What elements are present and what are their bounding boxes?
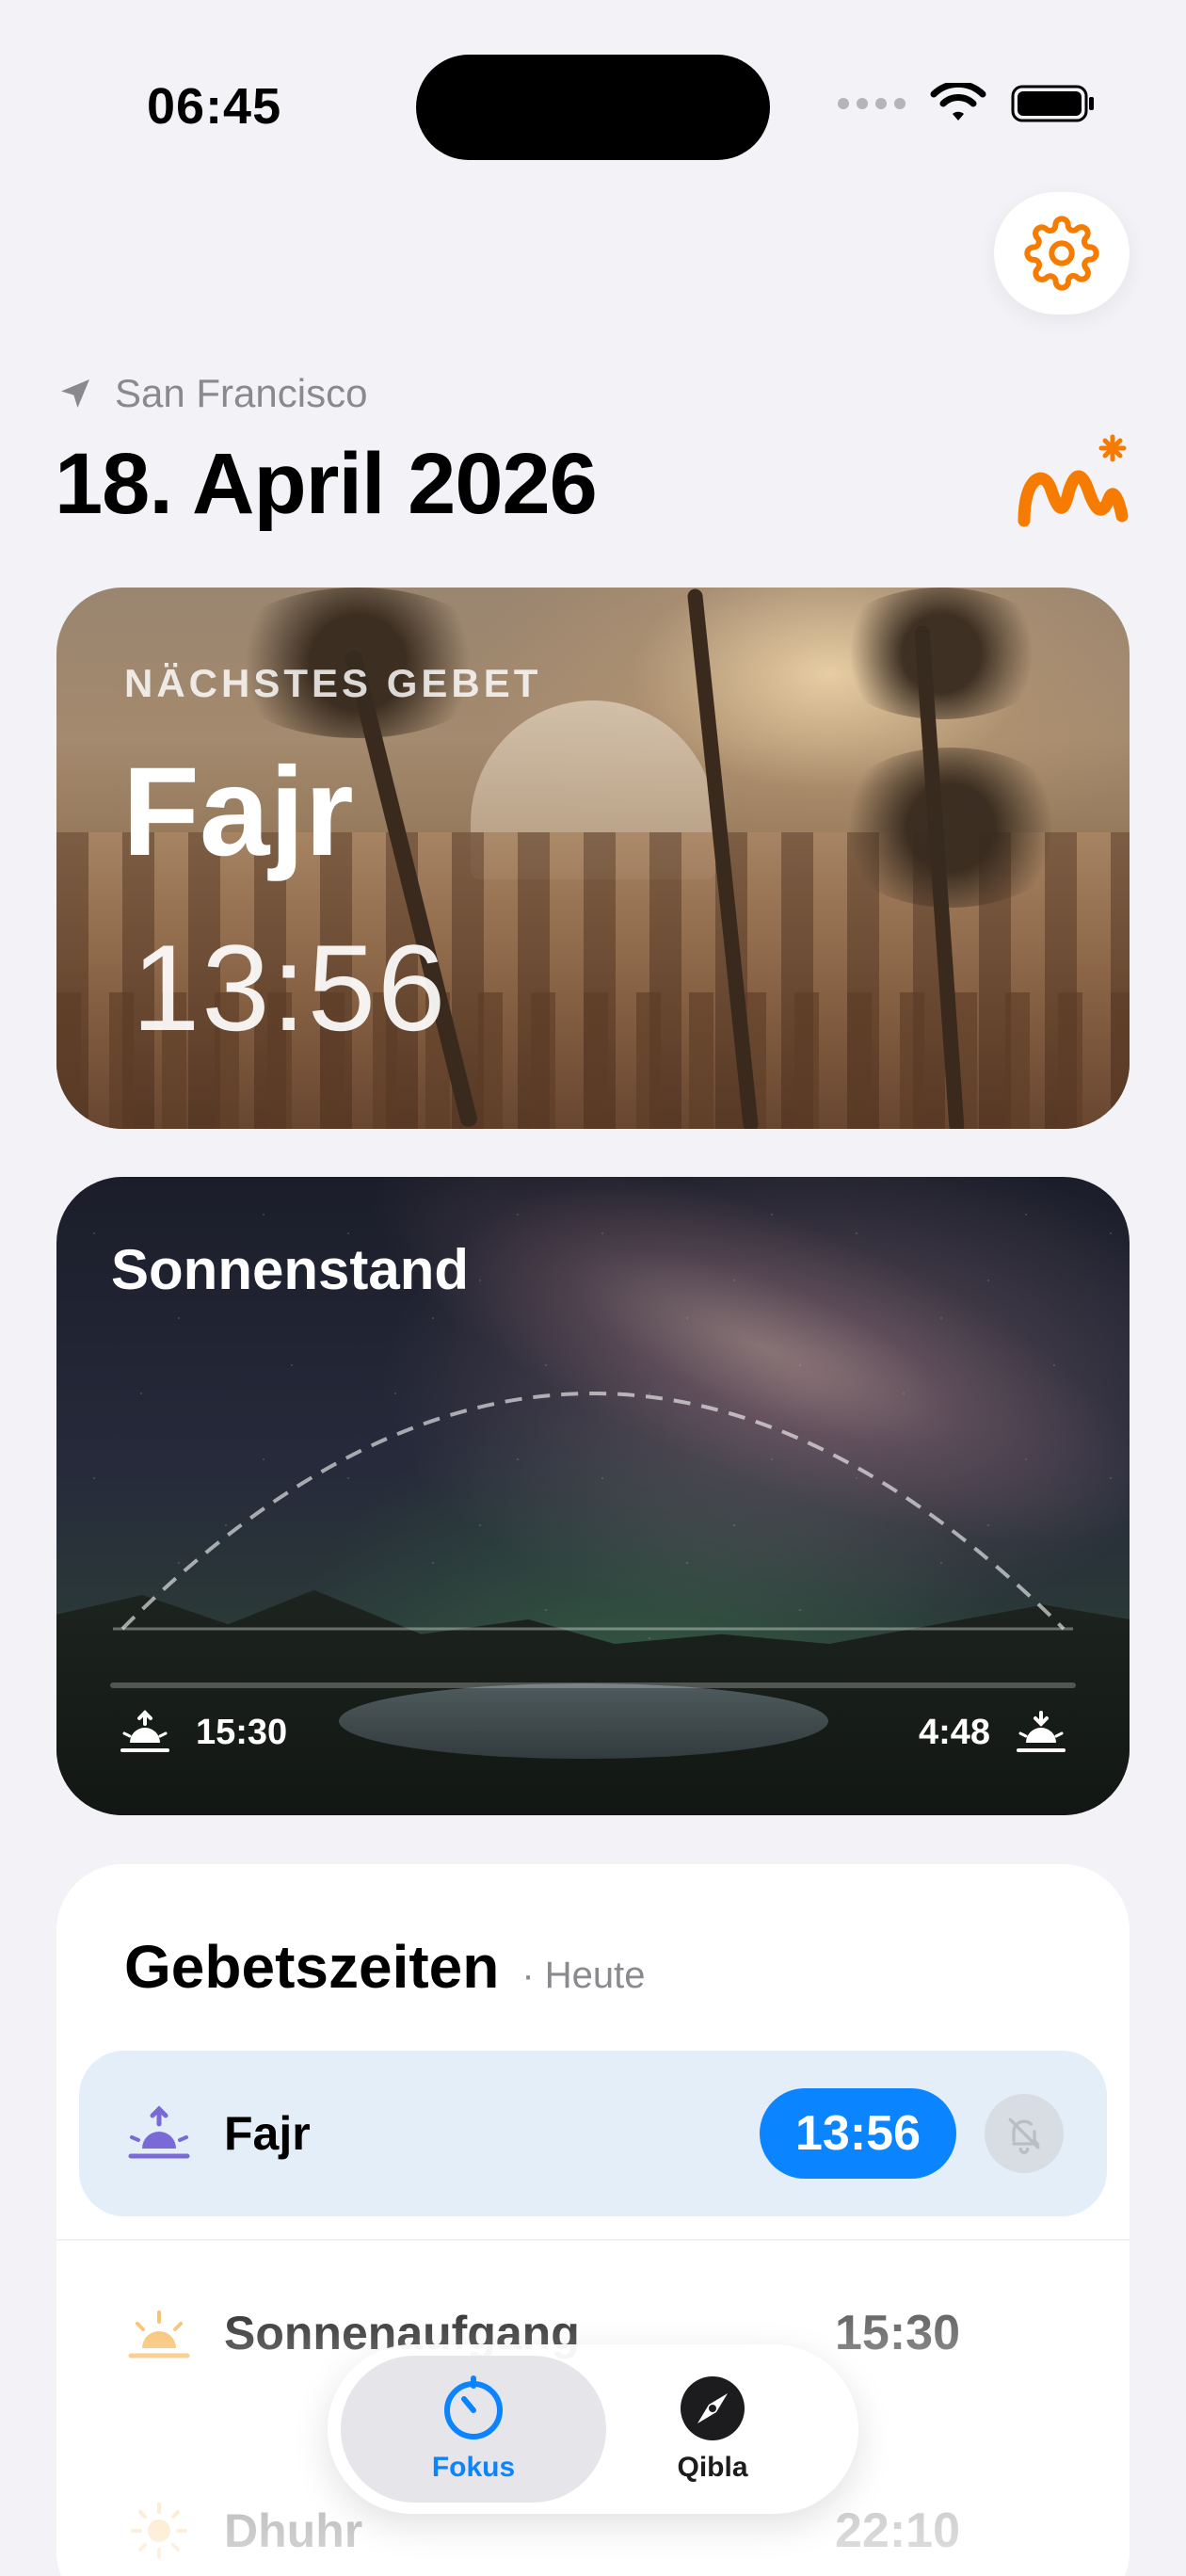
location-arrow-icon	[61, 379, 89, 408]
sunrise-icon	[120, 1710, 169, 1752]
wifi-icon	[930, 83, 986, 121]
gear-icon	[1024, 216, 1099, 291]
sunrise-icon	[124, 2298, 194, 2368]
sunset-time-label: 4:48	[918, 1712, 990, 1752]
tab-fokus[interactable]: Fokus	[341, 2356, 606, 2503]
tab-label: Fokus	[431, 2452, 516, 2483]
notification-toggle-button[interactable]	[985, 2094, 1064, 2173]
tab-label: Qibla	[677, 2452, 748, 2483]
cellular-signal-icon	[838, 98, 906, 109]
sunrise-time: 15:30	[117, 1709, 287, 1756]
prayer-times-header: Gebetszeiten · Heute	[124, 1932, 646, 2002]
sunrise-time-label: 15:30	[196, 1712, 288, 1752]
page-title-date: 18. April 2026	[55, 436, 598, 532]
tab-bar: Fokus Qibla	[328, 2344, 858, 2514]
sun-position-card[interactable]: Sonnenstand 15:30 4:48	[56, 1177, 1130, 1815]
prayer-time: 15:30	[835, 2306, 960, 2360]
status-bar-time: 06:45	[147, 78, 282, 135]
prayer-row-fajr[interactable]: Fajr 13:56	[79, 2051, 1107, 2216]
sunset-time: 4:48	[919, 1709, 1069, 1756]
next-prayer-name: Fajr	[122, 742, 354, 882]
next-prayer-time: 13:56	[132, 919, 448, 1056]
next-prayer-card[interactable]: NÄCHSTES GEBET Fajr 13:56	[56, 588, 1130, 1129]
prayer-time: 22:10	[835, 2504, 960, 2558]
sun-position-title: Sonnenstand	[111, 1238, 470, 1301]
sun-icon	[124, 2496, 194, 2566]
bell-slash-icon	[1008, 2117, 1041, 2154]
prayer-time-badge: 13:56	[760, 2088, 956, 2179]
location-label: San Francisco	[115, 371, 368, 415]
prayer-times-title: Gebetszeiten	[124, 1933, 500, 2001]
dynamic-island	[416, 55, 770, 160]
status-icons	[838, 83, 1096, 124]
prayer-times-subtitle: · Heute	[521, 1955, 646, 1996]
battery-icon	[1011, 85, 1094, 122]
brand-logo-icon	[1018, 434, 1129, 527]
location[interactable]: San Francisco	[56, 371, 367, 416]
prayer-name: Fajr	[224, 2107, 311, 2160]
sunset-icon	[1017, 1711, 1066, 1752]
next-prayer-label: NÄCHSTES GEBET	[124, 661, 542, 705]
compass-icon	[681, 2376, 745, 2440]
tab-qibla[interactable]: Qibla	[580, 2356, 845, 2503]
settings-button[interactable]	[994, 192, 1130, 314]
fajr-icon	[124, 2099, 194, 2168]
timer-icon	[444, 2375, 503, 2439]
